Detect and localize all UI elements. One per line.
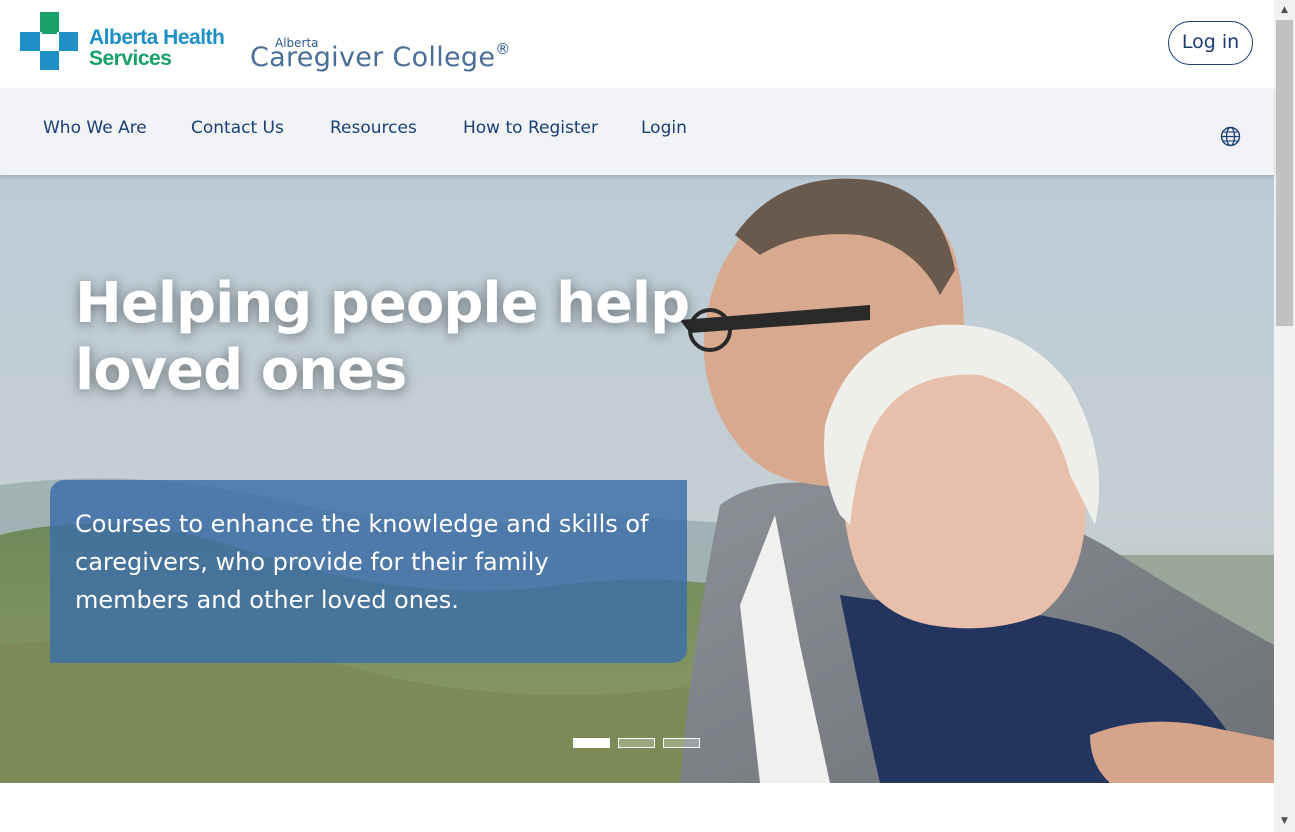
ahs-logo-line1: Alberta Health (89, 26, 225, 49)
hero-caption-box: Courses to enhance the knowledge and ski… (50, 480, 687, 663)
scroll-thumb[interactable] (1276, 20, 1293, 326)
vertical-scrollbar[interactable]: ▲ ▼ (1274, 0, 1295, 832)
globe-icon[interactable] (1220, 126, 1241, 147)
log-in-button[interactable]: Log in (1168, 21, 1253, 65)
college-logo-text: Caregiver College® (250, 40, 511, 73)
nav-item-contact-us[interactable]: Contact Us (191, 118, 284, 138)
hero-title: Helping people help loved ones (75, 271, 690, 403)
hero-banner: Helping people help loved ones Courses t… (0, 175, 1274, 783)
caregiver-college-logo[interactable]: Alberta Caregiver College® (250, 36, 540, 76)
ahs-logo-text: Alberta Health Services (89, 26, 225, 70)
carousel-indicator-3[interactable] (663, 738, 700, 748)
scroll-down-arrow-icon[interactable]: ▼ (1274, 813, 1295, 830)
nav-item-how-to-register[interactable]: How to Register (463, 118, 598, 138)
main-nav: Who We Are Contact Us Resources How to R… (0, 88, 1274, 175)
carousel-indicator-1[interactable] (573, 738, 610, 748)
nav-item-login[interactable]: Login (641, 118, 687, 138)
nav-item-who-we-are[interactable]: Who We Are (43, 118, 147, 138)
ahs-logo[interactable]: Alberta Health Services (20, 12, 225, 72)
nav-item-resources[interactable]: Resources (330, 118, 417, 138)
college-logo-name: Caregiver College (250, 42, 496, 73)
hero-subtitle: Courses to enhance the knowledge and ski… (75, 510, 649, 614)
site-header: Alberta Health Services Alberta Caregive… (0, 0, 1274, 88)
ahs-logo-line2: Services (89, 47, 172, 70)
carousel-indicator-2[interactable] (618, 738, 655, 748)
scroll-up-arrow-icon[interactable]: ▲ (1274, 2, 1295, 19)
ahs-cross-icon (20, 12, 78, 70)
registered-mark: ® (495, 40, 511, 58)
hero-photo (0, 175, 1274, 783)
